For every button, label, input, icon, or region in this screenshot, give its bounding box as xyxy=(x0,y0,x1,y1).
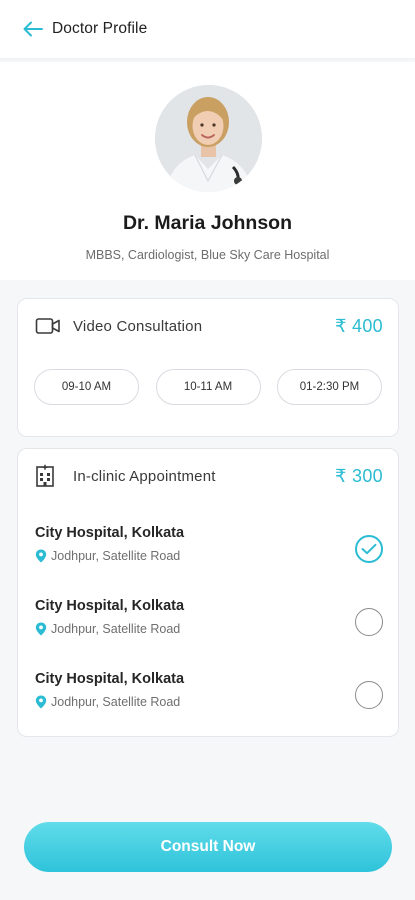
location-radio[interactable] xyxy=(355,681,383,709)
video-consultation-header: Video Consultation ₹ 400 xyxy=(35,313,383,339)
doctor-qualifications: MBBS, Cardiologist, Blue Sky Care Hospit… xyxy=(85,248,330,262)
location-pin-icon xyxy=(35,695,47,709)
location-address-text: Jodhpur, Satellite Road xyxy=(51,695,181,709)
location-address-text: Jodhpur, Satellite Road xyxy=(51,622,181,636)
location-radio-selected[interactable] xyxy=(355,535,383,563)
consult-now-button[interactable]: Consult Now xyxy=(24,822,392,872)
video-camera-icon xyxy=(35,314,61,338)
location-address: Jodhpur, Satellite Road xyxy=(35,549,180,563)
in-clinic-label: In-clinic Appointment xyxy=(73,467,216,485)
doctor-avatar xyxy=(155,85,262,192)
doctor-photo xyxy=(155,85,262,192)
arrow-left-icon xyxy=(23,21,43,37)
clinic-location-item[interactable]: City Hospital, Kolkata Jodhpur, Satellit… xyxy=(35,671,383,719)
location-name: City Hospital, Kolkata xyxy=(35,671,185,687)
location-radio[interactable] xyxy=(355,608,383,636)
in-clinic-header: In-clinic Appointment ₹ 300 xyxy=(35,463,383,489)
location-address-text: Jodhpur, Satellite Road xyxy=(51,549,181,563)
in-clinic-appointment-card: In-clinic Appointment ₹ 300 City Hospita… xyxy=(17,448,399,737)
time-slot[interactable]: 09-10 AM xyxy=(34,369,139,405)
checkmark-icon xyxy=(361,543,377,555)
location-pin-icon xyxy=(35,622,47,636)
time-slot[interactable]: 01-2:30 PM xyxy=(277,369,382,405)
in-clinic-price: ₹ 300 xyxy=(335,465,383,486)
time-slot[interactable]: 10-11 AM xyxy=(155,369,261,405)
video-consultation-price: ₹ 400 xyxy=(335,315,383,336)
doctor-profile-section: Dr. Maria Johnson MBBS, Cardiologist, Bl… xyxy=(0,62,415,280)
location-pin-icon xyxy=(35,549,47,563)
doctor-name: Dr. Maria Johnson xyxy=(122,212,293,234)
video-consultation-label: Video Consultation xyxy=(73,317,203,335)
location-name: City Hospital, Kolkata xyxy=(35,525,185,541)
clinic-location-item[interactable]: City Hospital, Kolkata Jodhpur, Satellit… xyxy=(35,525,383,573)
page-title: Doctor Profile xyxy=(52,20,148,37)
hospital-building-icon xyxy=(35,464,61,488)
back-button[interactable] xyxy=(18,14,48,44)
video-consultation-card: Video Consultation ₹ 400 09-10 AM 10-11 … xyxy=(17,298,399,437)
location-name: City Hospital, Kolkata xyxy=(35,598,185,614)
time-slots: 09-10 AM 10-11 AM 01-2:30 PM xyxy=(34,369,382,405)
app-header: Doctor Profile xyxy=(0,0,415,58)
clinic-location-item[interactable]: City Hospital, Kolkata Jodhpur, Satellit… xyxy=(35,598,383,646)
location-address: Jodhpur, Satellite Road xyxy=(35,695,180,709)
location-address: Jodhpur, Satellite Road xyxy=(35,622,180,636)
